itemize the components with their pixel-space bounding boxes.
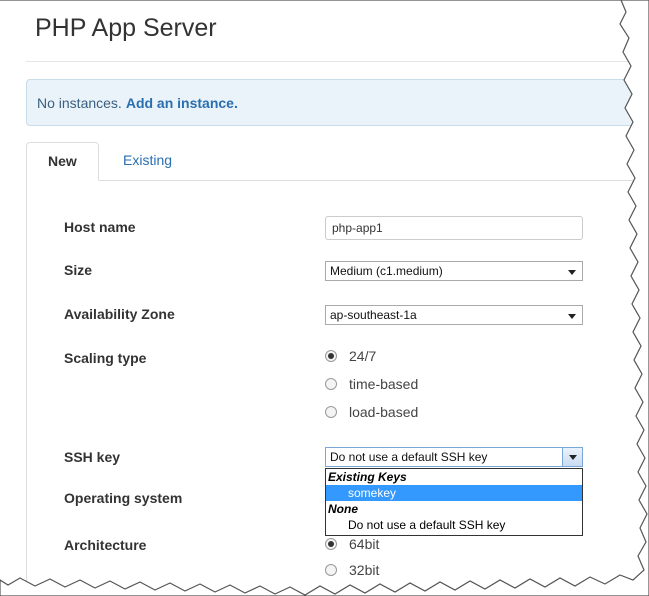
torn-edge-decoration: [0, 0, 649, 596]
